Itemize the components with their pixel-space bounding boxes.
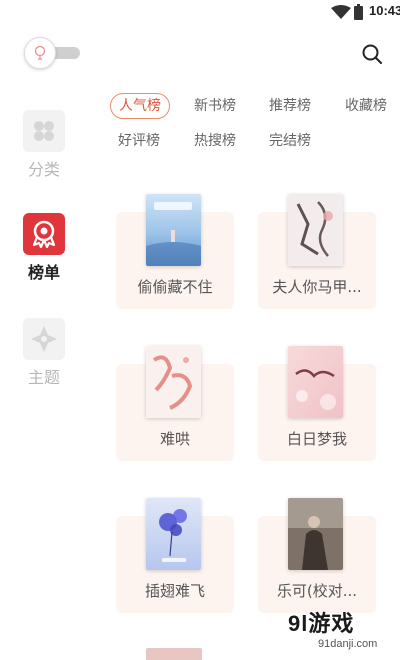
- book-title: 夫人你马甲...: [272, 278, 362, 296]
- tab-recommended[interactable]: 推荐榜: [269, 94, 311, 118]
- category-icon-box: [23, 110, 65, 152]
- status-time: 10:43: [369, 3, 400, 18]
- book-card[interactable]: 夫人你马甲...: [258, 194, 388, 309]
- theme-icon-box: [23, 318, 65, 360]
- tab-favorites[interactable]: 收藏榜: [345, 94, 387, 118]
- toggle-knob: [24, 37, 56, 69]
- book-card[interactable]: 插翅难飞: [116, 498, 246, 613]
- book-title: 白日梦我: [286, 430, 347, 448]
- tab-trending-search[interactable]: 热搜榜: [194, 129, 236, 153]
- wifi-icon: [331, 5, 351, 19]
- night-mode-toggle[interactable]: [24, 37, 80, 69]
- book-title: 乐可(校对...: [276, 582, 358, 600]
- battery-icon: [354, 4, 363, 20]
- status-bar: 10:43: [0, 0, 400, 26]
- book-cover: [146, 498, 201, 570]
- tab-completed[interactable]: 完结榜: [269, 129, 311, 153]
- sidebar-item-category[interactable]: 分类: [14, 110, 74, 180]
- watermark-brand: 9l游戏: [288, 611, 355, 636]
- search-button[interactable]: [360, 42, 384, 66]
- book-cover-partial: [146, 648, 202, 660]
- sidebar-label-category: 分类: [27, 160, 60, 179]
- ranking-icon: [32, 220, 56, 249]
- tab-popularity[interactable]: 人气榜: [110, 93, 170, 119]
- watermark: 9l游戏 91danji.com: [288, 606, 400, 660]
- book-cover: [288, 346, 343, 418]
- sidebar-item-theme[interactable]: 主题: [14, 318, 74, 388]
- tab-new-books[interactable]: 新书榜: [194, 94, 236, 118]
- book-card[interactable]: 乐可(校对...: [258, 498, 388, 613]
- book-cover: [146, 346, 201, 418]
- book-card[interactable]: 难哄: [116, 346, 246, 461]
- book-title: 难哄: [159, 430, 190, 448]
- tab-top-rated[interactable]: 好评榜: [118, 129, 160, 153]
- sidebar-item-ranking[interactable]: 榜单: [14, 213, 74, 283]
- search-icon: [362, 44, 382, 64]
- book-title: 偷偷藏不住: [137, 278, 213, 296]
- book-cover: [146, 194, 201, 266]
- sidebar-label-theme: 主题: [27, 368, 60, 387]
- theme-icon: [31, 326, 57, 352]
- book-title: 插翅难飞: [144, 582, 205, 600]
- category-icon: [34, 121, 54, 141]
- book-card[interactable]: 偷偷藏不住: [116, 194, 246, 309]
- watermark-url: 91danji.com: [318, 638, 378, 650]
- bulb-icon: [34, 45, 46, 60]
- book-card[interactable]: 白日梦我: [258, 346, 388, 461]
- book-cover: [288, 194, 343, 266]
- book-cover: [288, 498, 343, 570]
- sidebar-label-ranking: 榜单: [27, 263, 60, 282]
- ranking-icon-box: [23, 213, 65, 255]
